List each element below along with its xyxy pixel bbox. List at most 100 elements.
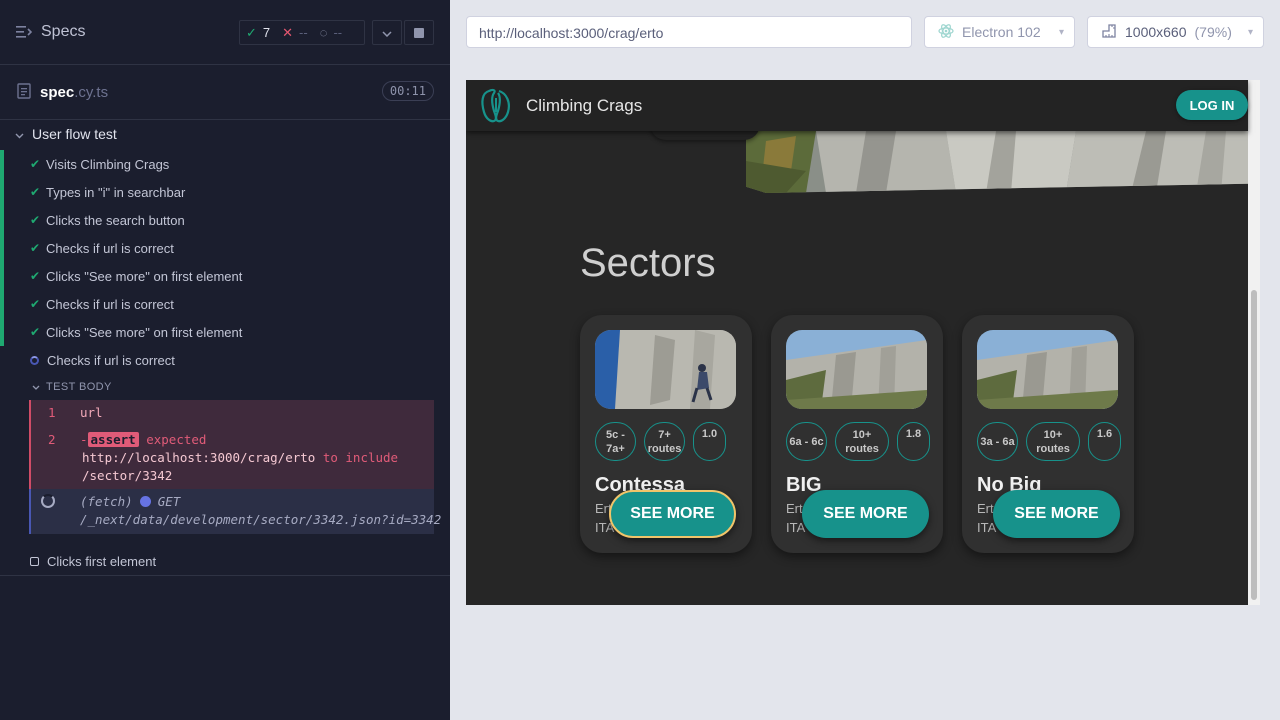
test-label: Checks if url is correct bbox=[46, 296, 174, 312]
running-spinner-icon bbox=[30, 355, 39, 365]
app-navbar: Climbing Crags LOG IN bbox=[466, 80, 1248, 131]
reporter-header: Specs ✓ 7 ✕ -- ◌ -- bbox=[0, 0, 450, 65]
command-row[interactable]: 1 url bbox=[31, 400, 434, 426]
spec-file-name: spec.cy.ts bbox=[40, 84, 108, 101]
see-more-button[interactable]: SEE MORE bbox=[802, 490, 929, 538]
test-label: Clicks "See more" on first element bbox=[46, 324, 243, 340]
test-item[interactable]: ✔ Clicks "See more" on first element bbox=[0, 262, 434, 290]
test-item[interactable]: ✔ Clicks the search button bbox=[0, 206, 434, 234]
assert-line: - assert expected bbox=[80, 432, 206, 447]
test-body-label: TEST BODY bbox=[46, 381, 112, 393]
sector-badges: 6a - 6c 10+ routes 1.8 bbox=[786, 422, 930, 461]
browser-name: Electron 102 bbox=[962, 24, 1041, 40]
specs-toggle-button[interactable]: Specs bbox=[16, 23, 85, 41]
ruler-icon bbox=[1101, 23, 1117, 42]
distance-badge: 1.8 bbox=[897, 422, 930, 461]
suite-title-row[interactable]: User flow test bbox=[0, 122, 434, 146]
check-icon: ✔ bbox=[30, 213, 41, 227]
test-item-pending[interactable]: Clicks first element bbox=[0, 547, 434, 575]
scrollbar-thumb[interactable] bbox=[1251, 290, 1257, 600]
pending-count: -- bbox=[333, 25, 343, 40]
app-brand[interactable]: Climbing Crags bbox=[526, 96, 642, 116]
pending-stat: ◌ -- bbox=[314, 25, 348, 40]
failed-commands: 1 url 2 - assert expected http://localhos… bbox=[29, 400, 434, 489]
routes-badge: 10+ routes bbox=[1026, 422, 1080, 461]
sector-photo bbox=[595, 330, 736, 409]
loading-spinner-icon bbox=[41, 494, 55, 508]
sector-photo bbox=[977, 330, 1118, 409]
viewport-size: 1000x660 bbox=[1125, 24, 1187, 40]
document-icon bbox=[17, 83, 31, 104]
test-item[interactable]: ✔ Checks if url is correct bbox=[0, 234, 434, 262]
assert-url-line: http://localhost:3000/crag/erto to inclu… bbox=[82, 450, 398, 465]
check-icon: ✔ bbox=[30, 269, 41, 283]
grade-badge: 5c - 7a+ bbox=[595, 422, 636, 461]
hero-crag-image bbox=[746, 131, 1248, 193]
divider bbox=[0, 575, 450, 576]
fetch-method: GET bbox=[157, 494, 181, 509]
test-item[interactable]: ✔ Checks if url is correct bbox=[0, 290, 434, 318]
stop-button[interactable] bbox=[404, 20, 434, 45]
app-scrollbar[interactable] bbox=[1248, 80, 1260, 605]
assert-tag: assert bbox=[87, 432, 139, 447]
fetch-type: (fetch) bbox=[80, 494, 133, 509]
pending-dot-icon bbox=[139, 496, 151, 507]
sector-country: ITA bbox=[786, 520, 806, 535]
command-number: 2 bbox=[48, 432, 56, 447]
sector-card[interactable]: 6a - 6c 10+ routes 1.8 BIG Erto ITA SEE … bbox=[771, 315, 943, 553]
assert-to-include: to include bbox=[322, 450, 399, 465]
sector-card[interactable]: 5c - 7a+ 7+ routes 1.0 Contessa Erto ITA… bbox=[580, 315, 752, 553]
pending-square-icon bbox=[30, 556, 39, 566]
check-icon: ✓ bbox=[246, 24, 257, 40]
sector-badges: 5c - 7a+ 7+ routes 1.0 bbox=[595, 422, 726, 461]
carabiner-logo-icon[interactable] bbox=[479, 88, 513, 129]
grade-badge: 6a - 6c bbox=[786, 422, 827, 461]
test-suite: User flow test ✔ Visits Climbing Crags ✔ T… bbox=[0, 122, 441, 575]
command-row[interactable]: 2 - assert expected http://localhost:3000… bbox=[31, 426, 434, 489]
spec-file-ext: .cy.ts bbox=[74, 84, 109, 101]
options-dropdown-button[interactable] bbox=[372, 20, 402, 45]
test-label: Clicks first element bbox=[47, 553, 157, 569]
suite-title: User flow test bbox=[32, 126, 117, 142]
distance-badge: 1.0 bbox=[693, 422, 726, 461]
viewport-selector[interactable]: 1000x660 (79%) ▾ bbox=[1087, 16, 1264, 48]
test-list: ✔ Visits Climbing Crags ✔ Types in "i" in … bbox=[0, 150, 441, 575]
x-icon: ✕ bbox=[282, 24, 294, 40]
see-more-button[interactable]: SEE MORE bbox=[993, 490, 1120, 538]
routes-badge: 7+ routes bbox=[644, 422, 685, 461]
specs-label: Specs bbox=[41, 23, 86, 40]
test-label: Clicks "See more" on first element bbox=[46, 268, 243, 284]
test-item[interactable]: ✔ Types in "i" in searchbar bbox=[0, 178, 434, 206]
pending-spinner-icon: ◌ bbox=[319, 25, 328, 40]
test-item[interactable]: ✔ Visits Climbing Crags bbox=[0, 150, 434, 178]
sector-country: ITA bbox=[977, 520, 997, 535]
assert-target: /sector/3342 bbox=[82, 468, 173, 483]
assert-expected: expected bbox=[146, 432, 207, 447]
chevron-down-icon bbox=[15, 126, 24, 142]
check-icon: ✔ bbox=[30, 185, 41, 199]
spec-file-row: spec.cy.ts 00:11 bbox=[0, 65, 450, 120]
see-more-button[interactable]: SEE MORE bbox=[609, 490, 736, 538]
run-stats: ✓ 7 ✕ -- ◌ -- bbox=[239, 20, 365, 45]
chevron-down-icon: ▾ bbox=[1247, 26, 1253, 38]
spec-file-base: spec bbox=[40, 84, 75, 101]
fetch-command-row[interactable]: (fetch) GET /_next/data/development/sect… bbox=[29, 489, 441, 534]
test-label: Checks if url is correct bbox=[47, 352, 175, 368]
sectors-heading: Sectors bbox=[580, 241, 716, 285]
test-body-header[interactable]: TEST BODY bbox=[0, 374, 434, 400]
url-bar[interactable]: http://localhost:3000/crag/erto bbox=[466, 16, 912, 48]
distance-badge: 1.6 bbox=[1088, 422, 1121, 461]
test-item[interactable]: ✔ Clicks "See more" on first element bbox=[0, 318, 434, 346]
app-under-test-frame: Climbing Crags LOG IN Sectors 5c - 7a+ 7… bbox=[466, 80, 1260, 605]
sector-card[interactable]: 3a - 6a 10+ routes 1.6 No Big Erto ITA S… bbox=[962, 315, 1134, 553]
check-icon: ✔ bbox=[30, 297, 41, 311]
passed-indicator-bar bbox=[0, 150, 4, 346]
browser-selector[interactable]: Electron 102 ▾ bbox=[924, 16, 1075, 48]
viewport-scale: (79%) bbox=[1194, 24, 1232, 40]
login-button[interactable]: LOG IN bbox=[1176, 90, 1248, 120]
test-label: Clicks the search button bbox=[46, 212, 185, 228]
check-icon: ✔ bbox=[30, 241, 41, 255]
assert-url: http://localhost:3000/crag/erto bbox=[82, 450, 316, 465]
test-item-running[interactable]: Checks if url is correct bbox=[0, 346, 434, 374]
spec-duration: 00:11 bbox=[381, 81, 434, 101]
